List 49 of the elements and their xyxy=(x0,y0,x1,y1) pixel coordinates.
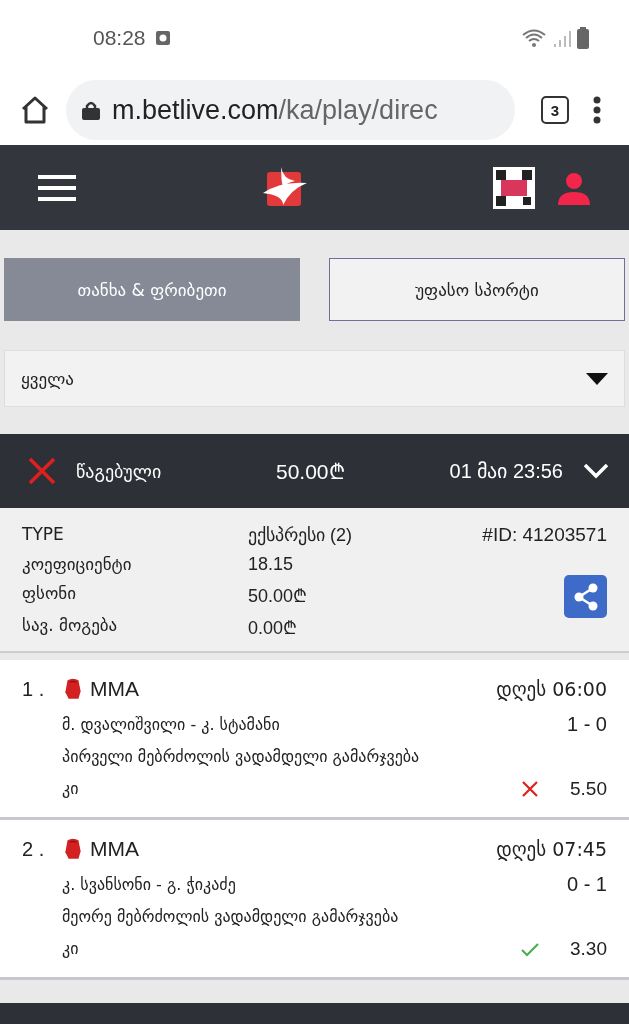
detail-label: სავ. მოგება xyxy=(22,615,119,637)
clock-time: 08:28 xyxy=(93,25,146,50)
market-name: პირველი მებრძოლის ვადამდელი გამარჯვება xyxy=(62,747,421,767)
pick-name: კი xyxy=(62,939,80,959)
detail-label: TYPE xyxy=(22,524,65,546)
detail-label: კოეფიციენტი xyxy=(22,554,133,575)
tab-count-button[interactable]: 3 xyxy=(541,96,569,124)
address-bar[interactable]: m.betlive.com/ka/play/direc xyxy=(66,80,515,140)
odds-value: 5.50 xyxy=(570,777,607,800)
detail-label: ფსონი xyxy=(22,583,77,605)
odds-value: 3.30 xyxy=(570,937,607,960)
match-name: კ. სვანსონი - გ. ჭიკაძე xyxy=(62,874,237,894)
battery-icon xyxy=(577,26,589,49)
wifi-icon xyxy=(521,27,547,48)
menu-icon[interactable] xyxy=(38,173,76,202)
share-icon xyxy=(572,582,599,611)
match-name: მ. დვალიშვილი - კ. სტამანი xyxy=(62,714,281,734)
match-score: 1 - 0 xyxy=(565,712,607,736)
home-icon[interactable] xyxy=(20,95,50,125)
selection-number: 1 . xyxy=(22,677,46,701)
detail-value: ექსპრესი (2) xyxy=(248,524,353,546)
bet-amount: 50.00₾ xyxy=(276,459,345,485)
sport-name: MMA xyxy=(90,677,139,702)
boxing-glove-icon xyxy=(62,677,84,702)
boxing-glove-icon xyxy=(62,837,84,862)
detail-value: 18.15 xyxy=(248,554,295,575)
share-button[interactable] xyxy=(564,575,607,618)
lock-icon xyxy=(82,100,100,120)
pick-name: კი xyxy=(62,779,80,799)
filter-dropdown[interactable]: ყველა xyxy=(4,350,625,407)
sport-name: MMA xyxy=(90,837,139,862)
url-text: m.betlive.com/ka/play/direc xyxy=(112,94,438,126)
detail-value: 50.00₾ xyxy=(248,585,309,607)
more-icon[interactable] xyxy=(593,96,601,124)
event-time: დღეს 06:00 xyxy=(496,678,607,701)
user-icon[interactable] xyxy=(557,170,591,205)
chevron-icon[interactable] xyxy=(583,462,609,480)
qr-code-icon[interactable] xyxy=(493,166,535,209)
bet-date: 01 მაი 23:56 xyxy=(449,459,563,483)
tab[interactable]: უფასო სპორტი xyxy=(329,258,625,321)
match-score: 0 - 1 xyxy=(565,872,607,896)
dropdown-caret-icon xyxy=(586,372,608,385)
bet-id: #ID: 41203571 xyxy=(482,524,607,546)
event-time: დღეს 07:45 xyxy=(496,838,607,861)
detail-value: 0.00₾ xyxy=(248,617,299,639)
market-name: მეორე მებრძოლის ვადამდელი გამარჯვება xyxy=(62,907,400,927)
notification-icon xyxy=(155,30,170,45)
bet-status: წაგებული xyxy=(76,460,163,482)
selection-number: 2 . xyxy=(22,837,46,861)
